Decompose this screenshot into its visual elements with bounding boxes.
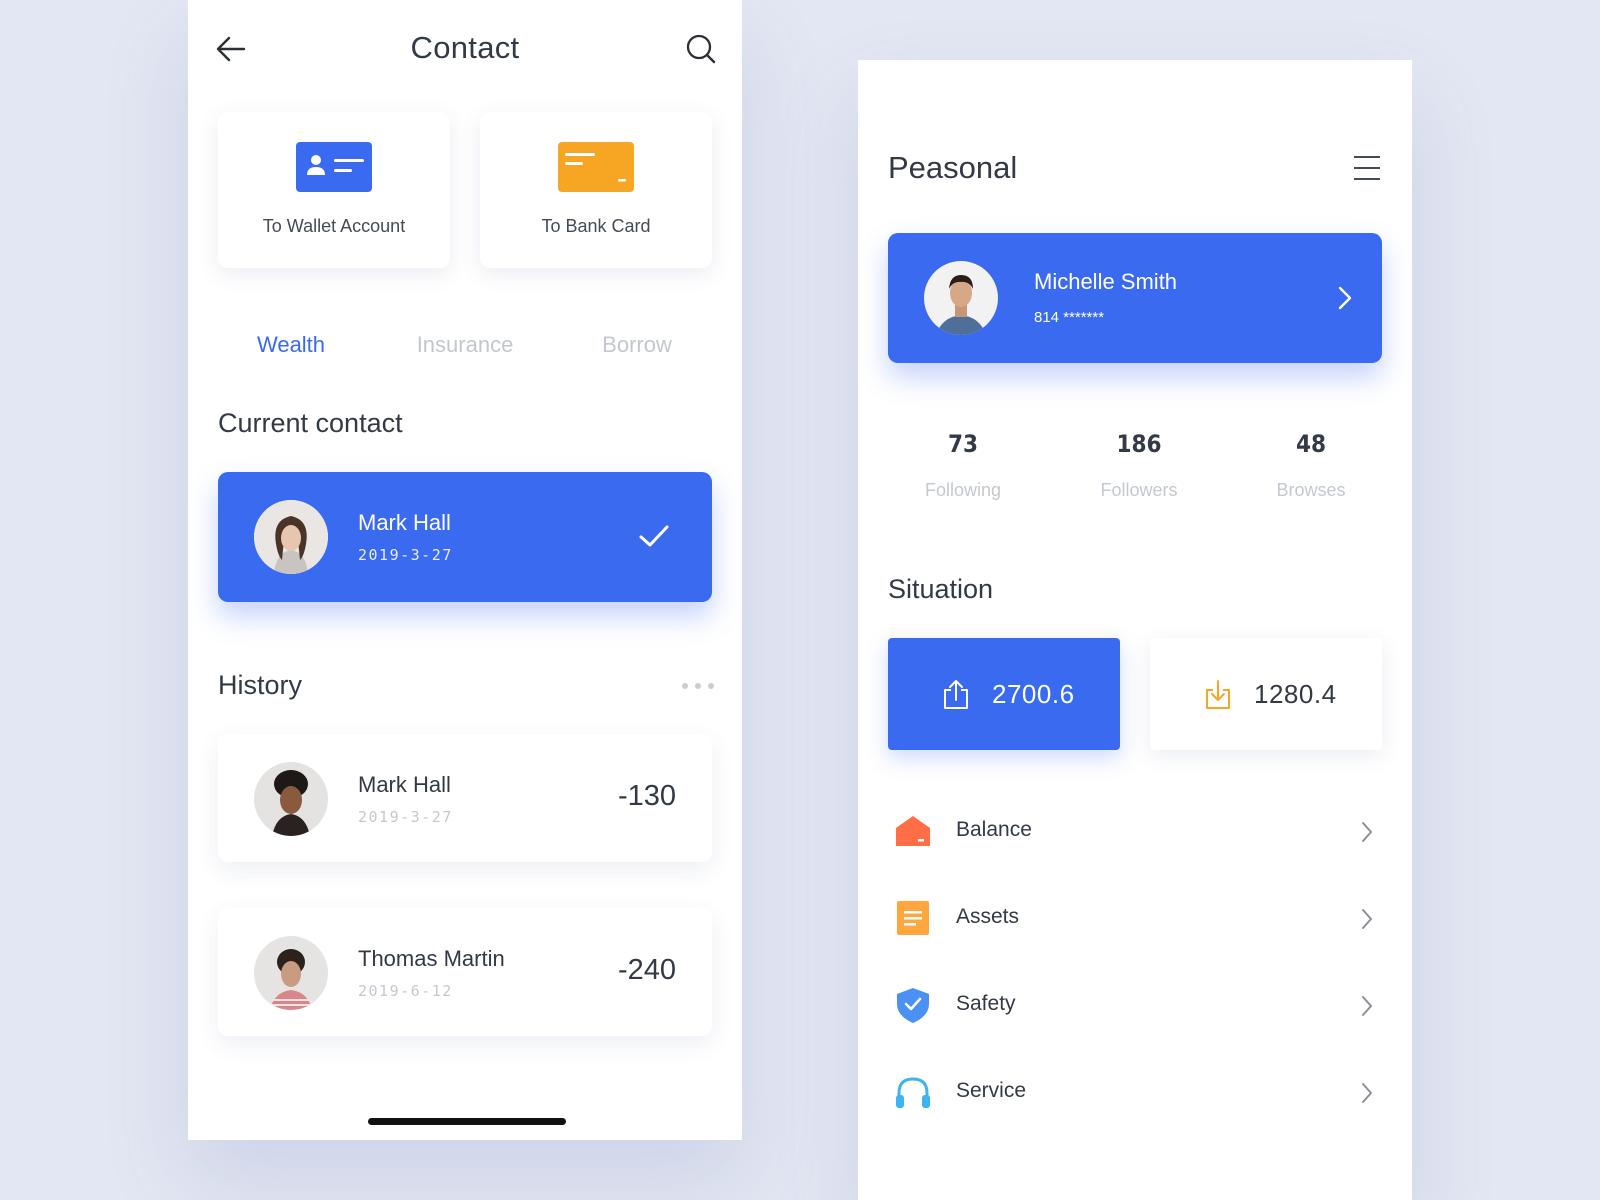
chevron-right-icon <box>1362 1083 1372 1103</box>
chevron-right-icon <box>1362 909 1372 929</box>
stat-label: Following <box>924 480 1002 500</box>
person-photo-icon <box>254 936 328 1010</box>
menu-item-label: Service <box>956 1079 1027 1102</box>
page-title: Peasonal <box>888 150 1018 185</box>
contact-header: Contact <box>188 0 742 100</box>
menu-item-assets[interactable]: Assets <box>888 889 1382 949</box>
stat-following[interactable]: 73 Following <box>888 430 1038 501</box>
history-date: 2019-6-12 <box>358 982 453 1000</box>
outgoing-card[interactable]: 2700.6 <box>888 638 1120 750</box>
personal-screen: Peasonal Michelle Smith 814 ******* 73 F… <box>858 60 1412 1200</box>
menu-button[interactable] <box>1354 156 1380 180</box>
shield-icon <box>897 988 929 1023</box>
stat-label: Followers <box>1100 480 1178 500</box>
menu-item-label: Safety <box>956 992 1016 1015</box>
avatar <box>254 936 328 1010</box>
person-photo-icon <box>254 500 328 574</box>
history-amount: -130 <box>617 780 676 812</box>
person-photo-icon <box>254 762 328 836</box>
page-title: Contact <box>410 30 520 65</box>
menu-item-balance[interactable]: Balance <box>888 802 1382 862</box>
tab-borrow[interactable]: Borrow <box>602 332 672 358</box>
profile-name: Michelle Smith <box>1034 269 1178 294</box>
to-wallet-account-label: To Wallet Account <box>262 216 406 236</box>
menu-item-label: Assets <box>956 905 1020 928</box>
check-icon <box>639 525 669 547</box>
stat-browses[interactable]: 48 Browses <box>1236 430 1386 501</box>
home-indicator[interactable] <box>368 1118 566 1125</box>
current-contact-card[interactable]: Mark Hall 2019-3-27 <box>218 472 712 602</box>
stat-value: 73 <box>947 430 979 458</box>
stat-followers[interactable]: 186 Followers <box>1064 430 1214 501</box>
contact-name: Mark Hall <box>358 510 451 535</box>
more-options-icon[interactable] <box>682 680 716 692</box>
id-card-icon <box>296 142 372 192</box>
search-button[interactable] <box>684 32 718 66</box>
history-item[interactable]: Mark Hall 2019-3-27 -130 <box>218 734 712 862</box>
menu-item-label: Balance <box>956 818 1032 841</box>
profile-id: 814 ******* <box>1034 309 1105 326</box>
tab-wealth[interactable]: Wealth <box>257 332 325 358</box>
history-name: Thomas Martin <box>358 946 505 971</box>
contact-screen: Contact To Wallet Account To Bank Card W… <box>188 0 742 1140</box>
history-date: 2019-3-27 <box>358 808 453 826</box>
current-contact-title: Current contact <box>218 408 403 438</box>
history-amount: -240 <box>617 954 676 986</box>
menu-item-service[interactable]: Service <box>888 1063 1382 1123</box>
stat-label: Browses <box>1276 480 1346 500</box>
chevron-right-icon <box>1362 822 1372 842</box>
history-item[interactable]: Thomas Martin 2019-6-12 -240 <box>218 908 712 1036</box>
avatar <box>254 500 328 574</box>
download-icon <box>1206 680 1230 709</box>
incoming-value: 1280.4 <box>1254 679 1337 709</box>
situation-title: Situation <box>888 574 994 604</box>
chevron-right-icon <box>1338 286 1352 310</box>
wallet-icon <box>896 816 930 846</box>
to-bank-card-label: To Bank Card <box>541 216 651 236</box>
avatar <box>254 762 328 836</box>
chevron-right-icon <box>1362 996 1372 1016</box>
to-bank-card-button[interactable]: To Bank Card <box>480 112 712 268</box>
profile-card[interactable]: Michelle Smith 814 ******* <box>888 233 1382 363</box>
menu-item-safety[interactable]: Safety <box>888 976 1382 1036</box>
stat-value: 48 <box>1295 430 1327 458</box>
search-icon <box>686 34 716 64</box>
bank-card-icon <box>558 142 634 192</box>
stat-value: 186 <box>1116 430 1162 458</box>
incoming-card[interactable]: 1280.4 <box>1150 638 1382 750</box>
document-icon <box>897 901 929 935</box>
history-name: Mark Hall <box>358 772 451 797</box>
contact-date: 2019-3-27 <box>358 546 453 564</box>
to-wallet-account-button[interactable]: To Wallet Account <box>218 112 450 268</box>
category-tabs: Wealth Insurance Borrow <box>188 332 742 372</box>
upload-icon <box>944 680 968 709</box>
person-photo-icon <box>924 261 998 335</box>
tab-insurance[interactable]: Insurance <box>417 332 514 358</box>
avatar <box>924 261 998 335</box>
headphones-icon <box>896 1077 930 1108</box>
outgoing-value: 2700.6 <box>992 679 1075 709</box>
history-title: History <box>218 670 303 700</box>
